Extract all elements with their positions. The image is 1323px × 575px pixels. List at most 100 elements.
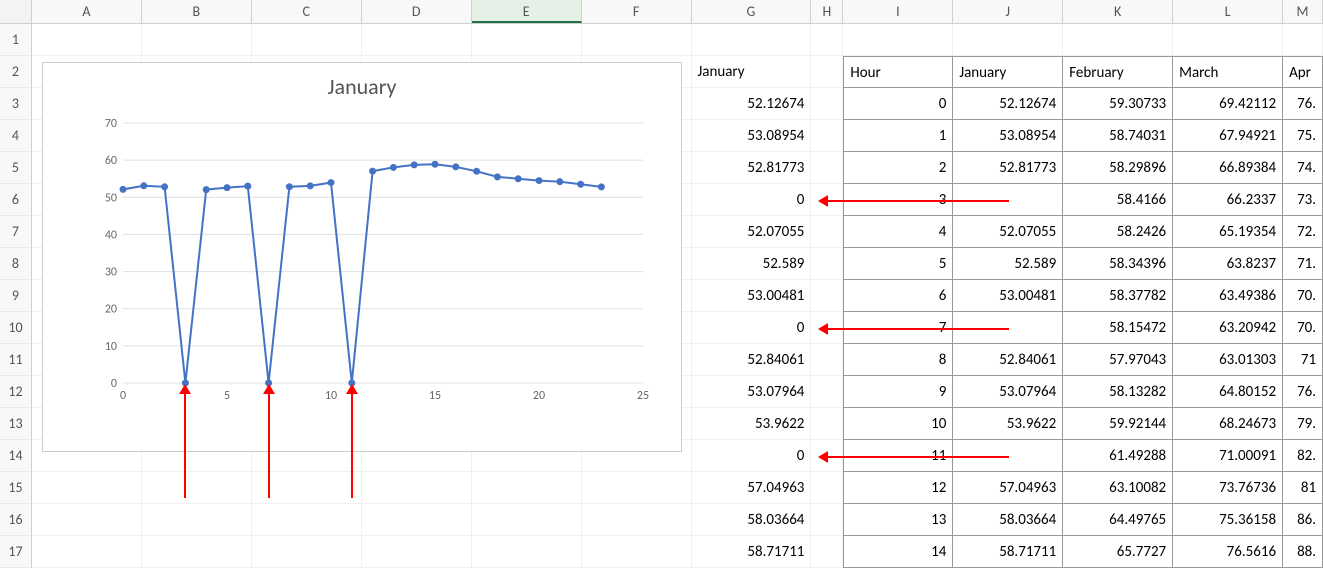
row-header-11[interactable]: 11 [0,344,32,376]
cell-M14[interactable]: 82. [1283,440,1323,472]
column-header-G[interactable]: G [692,0,812,23]
cell-G6[interactable]: 0 [692,184,812,216]
cell-K8[interactable]: 58.34396 [1063,248,1173,280]
cell-M4[interactable]: 75. [1283,120,1323,152]
cell-L3[interactable]: 69.42112 [1173,88,1283,120]
cell-K14[interactable]: 61.49288 [1063,440,1173,472]
cell-K3[interactable]: 59.30733 [1063,88,1173,120]
cell-K6[interactable]: 58.4166 [1063,184,1173,216]
cell-G7[interactable]: 52.07055 [692,216,812,248]
row-header-17[interactable]: 17 [0,536,32,568]
cell-H11[interactable] [811,344,843,376]
cell-L17[interactable]: 76.5616 [1173,536,1283,568]
cell-G17[interactable]: 58.71711 [692,536,812,568]
cell-L11[interactable]: 63.01303 [1173,344,1283,376]
cell-M11[interactable]: 71 [1283,344,1323,376]
cell-G1[interactable] [692,24,812,56]
cell-C1[interactable] [252,24,362,56]
cell-J11[interactable]: 52.84061 [953,344,1063,376]
cell-K1[interactable] [1063,24,1173,56]
cell-A1[interactable] [32,24,142,56]
cell-B1[interactable] [142,24,252,56]
cell-J13[interactable]: 53.9622 [953,408,1063,440]
cell-D15[interactable] [362,472,472,504]
cell-M10[interactable]: 70. [1283,312,1323,344]
cell-L10[interactable]: 63.20942 [1173,312,1283,344]
cell-I15[interactable]: 12 [843,472,953,504]
cell-K16[interactable]: 64.49765 [1063,504,1173,536]
cell-J16[interactable]: 58.03664 [953,504,1063,536]
cell-L6[interactable]: 66.2337 [1173,184,1283,216]
cell-E15[interactable] [472,472,582,504]
cell-M6[interactable]: 73. [1283,184,1323,216]
cell-G8[interactable]: 52.589 [692,248,812,280]
cell-B15[interactable] [142,472,252,504]
cell-L13[interactable]: 68.24673 [1173,408,1283,440]
cell-E17[interactable] [472,536,582,568]
row-header-4[interactable]: 4 [0,120,32,152]
cell-L1[interactable] [1173,24,1283,56]
cell-K10[interactable]: 58.15472 [1063,312,1173,344]
row-header-16[interactable]: 16 [0,504,32,536]
row-header-6[interactable]: 6 [0,184,32,216]
cell-K13[interactable]: 59.92144 [1063,408,1173,440]
cell-G11[interactable]: 52.84061 [692,344,812,376]
column-header-M[interactable]: M [1283,0,1323,23]
cell-I8[interactable]: 5 [843,248,953,280]
cell-G16[interactable]: 58.03664 [692,504,812,536]
cell-B16[interactable] [142,504,252,536]
cell-I5[interactable]: 2 [843,152,953,184]
row-header-8[interactable]: 8 [0,248,32,280]
cell-H5[interactable] [811,152,843,184]
row-header-10[interactable]: 10 [0,312,32,344]
cell-K15[interactable]: 63.10082 [1063,472,1173,504]
cell-J17[interactable]: 58.71711 [953,536,1063,568]
cell-J7[interactable]: 52.07055 [953,216,1063,248]
cell-I1[interactable] [843,24,953,56]
cell-K7[interactable]: 58.2426 [1063,216,1173,248]
cell-G9[interactable]: 53.00481 [692,280,812,312]
select-all-corner[interactable] [0,0,32,23]
column-header-C[interactable]: C [252,0,362,23]
cell-K4[interactable]: 58.74031 [1063,120,1173,152]
cell-F17[interactable] [582,536,692,568]
cell-L14[interactable]: 71.00091 [1173,440,1283,472]
row-header-2[interactable]: 2 [0,56,32,88]
column-header-D[interactable]: D [362,0,472,23]
cell-H12[interactable] [811,376,843,408]
cell-H17[interactable] [811,536,843,568]
cell-G14[interactable]: 0 [692,440,812,472]
cell-L16[interactable]: 75.36158 [1173,504,1283,536]
cell-I7[interactable]: 4 [843,216,953,248]
cell-H8[interactable] [811,248,843,280]
cell-H16[interactable] [811,504,843,536]
cell-A17[interactable] [32,536,142,568]
cell-L12[interactable]: 64.80152 [1173,376,1283,408]
cell-D1[interactable] [362,24,472,56]
cell-K11[interactable]: 57.97043 [1063,344,1173,376]
cell-H4[interactable] [811,120,843,152]
cell-I11[interactable]: 8 [843,344,953,376]
cell-E1[interactable] [472,24,582,56]
cell-I12[interactable]: 9 [843,376,953,408]
cell-J4[interactable]: 53.08954 [953,120,1063,152]
cell-F15[interactable] [582,472,692,504]
column-header-K[interactable]: K [1063,0,1173,23]
cell-J9[interactable]: 53.00481 [953,280,1063,312]
cell-D17[interactable] [362,536,472,568]
cell-M2[interactable]: Apr [1283,56,1323,88]
cell-M1[interactable] [1283,24,1323,56]
cell-J8[interactable]: 52.589 [953,248,1063,280]
cell-C17[interactable] [252,536,362,568]
column-header-B[interactable]: B [142,0,252,23]
cell-D16[interactable] [362,504,472,536]
cell-M17[interactable]: 88. [1283,536,1323,568]
cell-M15[interactable]: 81 [1283,472,1323,504]
column-header-H[interactable]: H [811,0,843,23]
cell-M7[interactable]: 72. [1283,216,1323,248]
cell-J2[interactable]: January [953,56,1063,88]
cell-L7[interactable]: 65.19354 [1173,216,1283,248]
cell-L8[interactable]: 63.8237 [1173,248,1283,280]
cell-H7[interactable] [811,216,843,248]
row-header-14[interactable]: 14 [0,440,32,472]
